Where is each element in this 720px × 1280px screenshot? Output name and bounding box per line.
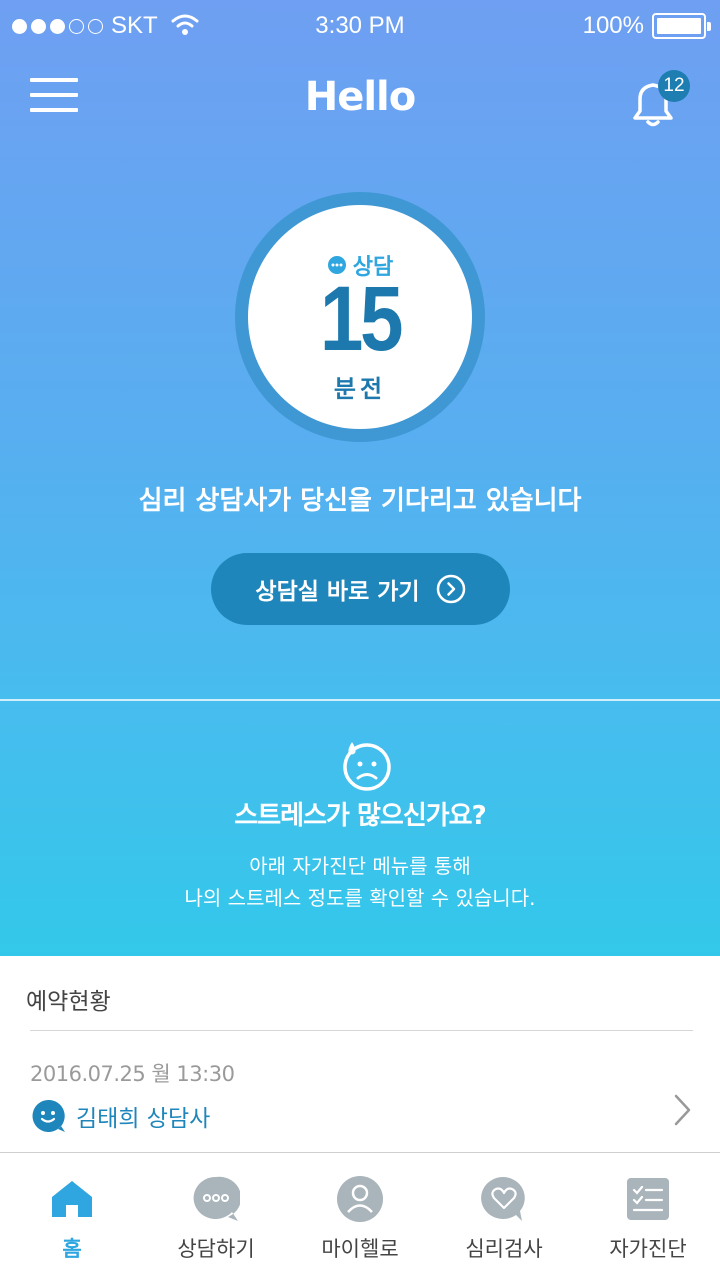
tab-label: 홈: [62, 1237, 82, 1261]
tab-home[interactable]: 홈: [0, 1153, 144, 1280]
chat-bubble-icon: [193, 1176, 240, 1221]
tab-label: 마이헬로: [321, 1237, 399, 1261]
stress-desc-line-2: 나의 스트레스 정도를 확인할 수 있습니다.: [184, 886, 536, 910]
battery-icon: [652, 13, 711, 39]
hero-section: SKT 3:30 PM 100% Hello 12 상담 15 분전 심리 상담…: [0, 0, 720, 956]
chevron-right-circle-icon: [436, 574, 465, 604]
reservation-section: 예약현황 2016.07.25 월 13:30 김태희 상담사: [0, 956, 720, 1152]
enter-counseling-room-button[interactable]: 상담실 바로 가기: [211, 553, 510, 625]
reservation-datetime: 2016.07.25 월 13:30: [30, 1062, 235, 1086]
tab-label: 심리검사: [465, 1237, 543, 1261]
stress-title: 스트레스가 많으신가요?: [234, 801, 486, 831]
tab-psych-test[interactable]: 심리검사: [432, 1153, 576, 1280]
tab-label: 자가진단: [609, 1237, 687, 1261]
reservation-counselor[interactable]: 김태희 상담사: [30, 1098, 210, 1134]
notification-badge: 12: [658, 70, 690, 102]
stress-desc-line-1: 아래 자가진단 메뉴를 통해: [249, 854, 471, 878]
counselor-name: 김태희 상담사: [76, 1106, 211, 1132]
timer-minutes: 15: [319, 268, 404, 370]
stress-description: 아래 자가진단 메뉴를 통해 나의 스트레스 정도를 확인할 수 있습니다.: [0, 850, 720, 914]
bottom-tab-bar: 홈 상담하기 마이헬로 심리검사 자가진단: [0, 1152, 720, 1280]
notification-button[interactable]: 12: [628, 70, 692, 127]
home-icon: [52, 1181, 92, 1217]
enter-button-label: 상담실 바로 가기: [255, 579, 420, 605]
status-bar: SKT 3:30 PM 100%: [0, 0, 720, 52]
app-title: Hello: [304, 74, 417, 120]
countdown-ring: 상담 15 분전: [235, 192, 485, 442]
tab-my-hello[interactable]: 마이헬로: [288, 1153, 432, 1280]
worried-face-icon: [343, 742, 391, 791]
profile-icon: [337, 1176, 383, 1222]
battery-status: 100%: [582, 12, 711, 40]
heart-bubble-icon: [481, 1176, 525, 1221]
tab-counseling[interactable]: 상담하기: [144, 1153, 288, 1280]
reservation-divider: [30, 1030, 693, 1031]
chevron-right-icon[interactable]: [672, 1092, 694, 1128]
smile-bubble-icon: [32, 1099, 65, 1132]
battery-percent: 100%: [582, 12, 644, 39]
tab-self-diagnosis[interactable]: 자가진단: [576, 1153, 720, 1280]
waiting-message: 심리 상담사가 당신을 기다리고 있습니다: [138, 486, 582, 516]
countdown-circle: 상담 15 분전: [248, 205, 472, 429]
checklist-icon: [627, 1178, 669, 1220]
tab-label: 상담하기: [177, 1237, 255, 1261]
timer-unit: 분전: [333, 375, 387, 403]
section-divider: [0, 699, 720, 701]
reservation-title: 예약현황: [26, 989, 111, 1015]
